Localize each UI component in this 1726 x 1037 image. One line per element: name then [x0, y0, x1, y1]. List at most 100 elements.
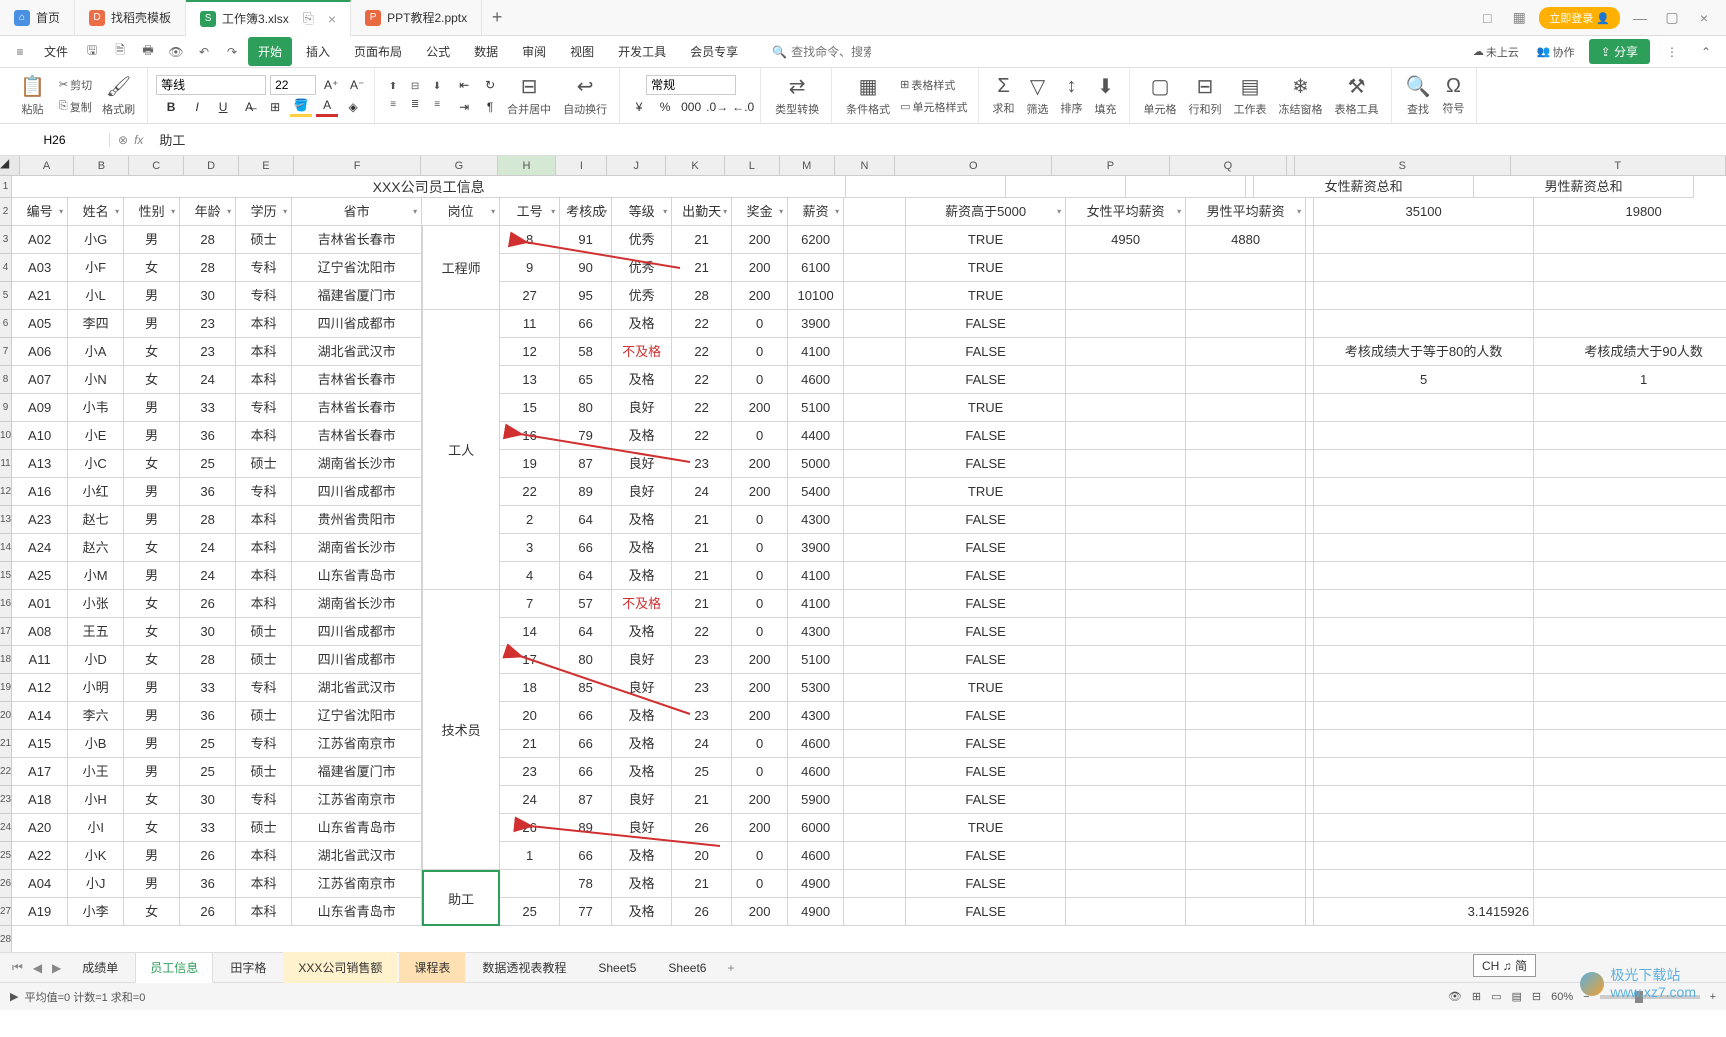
- strike-button[interactable]: A̶: [238, 97, 260, 117]
- fill-color-button[interactable]: 🪣: [290, 97, 312, 117]
- menutab-layout[interactable]: 页面布局: [344, 37, 412, 66]
- sheet-nav-first[interactable]: ⏮: [8, 960, 27, 975]
- cell[interactable]: 200: [732, 786, 788, 814]
- cell[interactable]: 李四: [68, 310, 124, 338]
- cell[interactable]: 硕士: [236, 758, 292, 786]
- border-button[interactable]: ⊞: [264, 97, 286, 117]
- cell[interactable]: 本科: [236, 842, 292, 870]
- cell[interactable]: [1186, 254, 1306, 282]
- cell[interactable]: 工号: [500, 198, 560, 226]
- cell[interactable]: 吉林省长春市: [292, 394, 422, 422]
- tab-home[interactable]: ⌂首页: [0, 0, 75, 36]
- cell[interactable]: 良好: [612, 674, 672, 702]
- cell[interactable]: 省市: [292, 198, 422, 226]
- grid-icon[interactable]: ▦: [1507, 6, 1531, 30]
- cell[interactable]: A16: [12, 478, 68, 506]
- cell[interactable]: 0: [732, 758, 788, 786]
- cell[interactable]: 山东省青岛市: [292, 898, 422, 926]
- cell[interactable]: 35100: [1314, 198, 1534, 226]
- cell[interactable]: 福建省厦门市: [292, 758, 422, 786]
- col-M[interactable]: M: [780, 156, 835, 175]
- cell[interactable]: 男: [124, 730, 180, 758]
- cell[interactable]: [1534, 478, 1726, 506]
- cell[interactable]: [844, 254, 906, 282]
- cell[interactable]: 21: [672, 870, 732, 898]
- increase-font-icon[interactable]: A⁺: [320, 75, 342, 95]
- cell[interactable]: 0: [732, 730, 788, 758]
- cell[interactable]: [1306, 282, 1314, 310]
- save-as-icon[interactable]: 🗎: [108, 40, 132, 64]
- row-13[interactable]: 13: [0, 506, 12, 534]
- cell[interactable]: 小王: [68, 758, 124, 786]
- cell[interactable]: [844, 590, 906, 618]
- undo-icon[interactable]: ↶: [192, 40, 216, 64]
- cell[interactable]: A05: [12, 310, 68, 338]
- cell[interactable]: [1306, 618, 1314, 646]
- cell[interactable]: 200: [732, 898, 788, 926]
- cell[interactable]: FALSE: [906, 646, 1066, 674]
- cell[interactable]: 小N: [68, 366, 124, 394]
- cell[interactable]: 女性薪资总和: [1254, 176, 1474, 198]
- search-input[interactable]: [791, 45, 871, 59]
- cell[interactable]: [1066, 590, 1186, 618]
- cell[interactable]: 4600: [788, 730, 844, 758]
- fx-icon[interactable]: fx: [134, 133, 143, 147]
- cell[interactable]: [1314, 730, 1534, 758]
- cell[interactable]: 小C: [68, 450, 124, 478]
- menutab-start[interactable]: 开始: [248, 37, 292, 66]
- font-color-button[interactable]: A: [316, 97, 338, 117]
- cell[interactable]: 25: [672, 758, 732, 786]
- sheet-tab-0[interactable]: 成绩单: [67, 952, 133, 983]
- cell[interactable]: 66: [560, 842, 612, 870]
- preview-icon[interactable]: 👁: [164, 40, 188, 64]
- cell[interactable]: [1534, 758, 1726, 786]
- cell[interactable]: [1186, 310, 1306, 338]
- cell[interactable]: [1186, 618, 1306, 646]
- cell[interactable]: 87: [560, 786, 612, 814]
- cell[interactable]: 8: [500, 226, 560, 254]
- indent-dec[interactable]: ⇤: [453, 75, 475, 95]
- cell[interactable]: 22: [672, 618, 732, 646]
- cell[interactable]: 22: [672, 310, 732, 338]
- cell[interactable]: 不及格: [612, 590, 672, 618]
- cell[interactable]: [1186, 870, 1306, 898]
- cell[interactable]: [844, 674, 906, 702]
- cell[interactable]: [1306, 338, 1314, 366]
- cell[interactable]: [1126, 176, 1246, 198]
- mode-icon[interactable]: □: [1475, 6, 1499, 30]
- cell[interactable]: 6100: [788, 254, 844, 282]
- cell[interactable]: 及格: [612, 506, 672, 534]
- cell[interactable]: [1306, 534, 1314, 562]
- cell[interactable]: 吉林省长春市: [292, 422, 422, 450]
- row-22[interactable]: 22: [0, 758, 12, 786]
- cell[interactable]: 1: [1534, 366, 1726, 394]
- cell[interactable]: 33: [180, 674, 236, 702]
- cell[interactable]: [1534, 310, 1726, 338]
- cell[interactable]: 小韦: [68, 394, 124, 422]
- cell[interactable]: [1534, 506, 1726, 534]
- cell[interactable]: 26: [672, 814, 732, 842]
- cell[interactable]: [1534, 590, 1726, 618]
- cell[interactable]: [844, 394, 906, 422]
- row-16[interactable]: 16: [0, 590, 12, 618]
- cell[interactable]: [844, 646, 906, 674]
- cell[interactable]: 87: [560, 450, 612, 478]
- cell[interactable]: 11: [500, 310, 560, 338]
- row-21[interactable]: 21: [0, 730, 12, 758]
- cell[interactable]: A04: [12, 870, 68, 898]
- tab-add[interactable]: +: [482, 7, 512, 28]
- cell[interactable]: [1306, 478, 1314, 506]
- cell[interactable]: 0: [732, 562, 788, 590]
- view-break-icon[interactable]: ⊟: [1532, 990, 1541, 1003]
- sheet-tab-1[interactable]: 员工信息: [135, 952, 213, 983]
- menutab-view[interactable]: 视图: [560, 37, 604, 66]
- cell[interactable]: 4300: [788, 702, 844, 730]
- cell[interactable]: 3900: [788, 534, 844, 562]
- cell[interactable]: 山东省青岛市: [292, 814, 422, 842]
- cell[interactable]: TRUE: [906, 478, 1066, 506]
- cell[interactable]: 0: [732, 590, 788, 618]
- cell[interactable]: [1306, 758, 1314, 786]
- cell[interactable]: 95: [560, 282, 612, 310]
- cell[interactable]: [844, 366, 906, 394]
- select-all-corner[interactable]: ◢: [0, 156, 20, 175]
